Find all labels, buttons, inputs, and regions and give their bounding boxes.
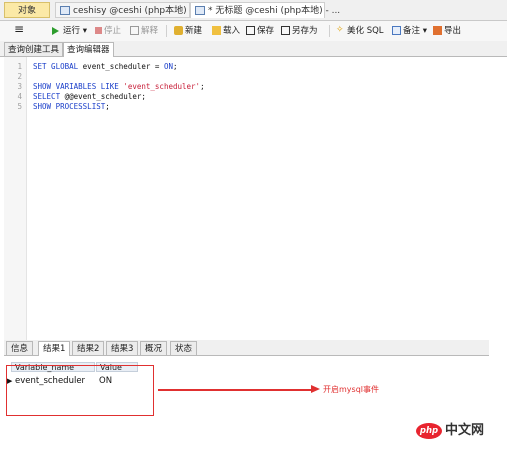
code-token: ; (200, 82, 205, 91)
run-button[interactable]: 运行 ▾ (52, 24, 87, 38)
menu-button[interactable]: ≡ (14, 22, 24, 36)
query-icon (195, 6, 205, 15)
tab-status-label: 状态 (175, 344, 193, 354)
load-label: 载入 (223, 26, 241, 36)
save-as-label: 另存为 (292, 26, 318, 36)
code-token: ; (172, 62, 178, 71)
tab-result-1[interactable]: 结果1 (38, 341, 71, 356)
sparkle-icon: ✧ (336, 25, 344, 35)
load-button[interactable]: 载入 (212, 24, 240, 38)
tab-result-3-label: 结果3 (111, 344, 134, 354)
annotation-arrow-line (158, 389, 311, 391)
annotation-label: 开启mysql事件 (323, 385, 379, 394)
save-label: 保存 (257, 26, 275, 36)
export-label: 导出 (444, 26, 462, 36)
code-line: SET GLOBAL event_scheduler = ON; (33, 62, 178, 72)
tab-table-label: ceshisy @ceshi (php本地) - 表 (73, 6, 205, 16)
beautify-sql-button[interactable]: ✧ 美化 SQL (336, 24, 384, 38)
arrow-right-icon (311, 385, 320, 393)
tab-info-label: 信息 (11, 344, 29, 354)
save-as-button[interactable]: 另存为 (281, 24, 318, 38)
code-token: ; (105, 102, 110, 111)
stop-icon (95, 27, 102, 34)
explain-icon (130, 26, 139, 35)
table-icon (60, 6, 70, 15)
tab-query-label: * 无标题 @ceshi (php本地) - ... (208, 6, 341, 16)
code-token: SHOW PROCESSLIST (33, 102, 106, 111)
watermark-text: 中文网 (445, 423, 485, 438)
line-number: 4 (17, 92, 22, 101)
explain-label: 解释 (141, 26, 159, 36)
tab-result-1-label: 结果1 (43, 344, 66, 354)
tab-table-ceshisy[interactable]: ceshisy @ceshi (php本地) - 表 (55, 2, 205, 18)
tab-result-2-label: 结果2 (77, 344, 100, 354)
tab-result-3[interactable]: 结果3 (106, 341, 139, 355)
play-icon (52, 26, 59, 35)
export-button[interactable]: 导出 (433, 24, 461, 38)
line-number: 3 (17, 82, 22, 91)
php-logo: php (416, 423, 442, 439)
stop-button[interactable]: 停止 (95, 24, 121, 38)
tab-query-editor-label: 查询编辑器 (67, 45, 110, 55)
tab-query-editor[interactable]: 查询编辑器 (63, 42, 114, 57)
window-tab-bar: 对象 ceshisy @ceshi (php本地) - 表 * 无标题 @ces… (0, 0, 507, 21)
tab-query-builder-label: 查询创建工具 (8, 45, 60, 55)
beautify-label: 美化 SQL (347, 26, 384, 36)
line-number: 5 (17, 102, 22, 111)
export-icon (433, 26, 442, 35)
code-token: @@event_scheduler; (64, 92, 146, 101)
new-icon (174, 26, 183, 35)
result-tabs: 信息 结果1 结果2 结果3 概况 状态 (4, 340, 489, 356)
toolbar-divider (329, 25, 330, 37)
query-toolbar: ≡ 运行 ▾ 停止 解释 新建 载入 保存 另存为 ✧ 美化 SQL 备注 ▾ 导… (0, 21, 507, 41)
toolbar-divider (166, 25, 167, 37)
stop-label: 停止 (104, 26, 122, 36)
save-icon (246, 26, 255, 35)
code-token: 'event_scheduler' (123, 82, 201, 91)
code-token: event_scheduler = (82, 62, 164, 71)
tab-overview[interactable]: 概况 (140, 341, 168, 355)
new-label: 新建 (185, 26, 203, 36)
editor-mode-tabs: 查询创建工具 查询编辑器 (0, 41, 507, 57)
line-number: 2 (17, 72, 22, 81)
new-button[interactable]: 新建 (174, 24, 202, 38)
code-line: SHOW PROCESSLIST; (33, 102, 110, 112)
tab-objects[interactable]: 对象 (4, 2, 50, 18)
code-line: SELECT @@event_scheduler; (33, 92, 146, 102)
line-number: 1 (17, 62, 22, 71)
code-line: SHOW VARIABLES LIKE 'event_scheduler'; (33, 82, 205, 92)
folder-icon (212, 26, 221, 35)
comment-button[interactable]: 备注 ▾ (392, 24, 427, 38)
tab-result-2[interactable]: 结果2 (72, 341, 105, 355)
comment-icon (392, 26, 401, 35)
explain-button[interactable]: 解释 (130, 24, 158, 38)
comment-label: 备注 ▾ (403, 26, 427, 36)
menu-icon: ≡ (14, 22, 25, 36)
tab-info[interactable]: 信息 (6, 341, 34, 355)
tab-status[interactable]: 状态 (170, 341, 198, 355)
code-token: SET GLOBAL (33, 62, 83, 71)
code-token: SELECT (33, 92, 65, 101)
tab-objects-label: 对象 (17, 6, 36, 16)
run-label: 运行 ▾ (63, 26, 87, 36)
save-button[interactable]: 保存 (246, 24, 274, 38)
tab-untitled-query[interactable]: * 无标题 @ceshi (php本地) - ... (190, 2, 340, 18)
tab-overview-label: 概况 (145, 344, 163, 354)
tab-query-builder[interactable]: 查询创建工具 (4, 42, 64, 56)
highlight-box (6, 365, 154, 416)
code-token: ON (163, 62, 173, 71)
code-token: SHOW VARIABLES LIKE (33, 82, 124, 91)
save-as-icon (281, 26, 290, 35)
